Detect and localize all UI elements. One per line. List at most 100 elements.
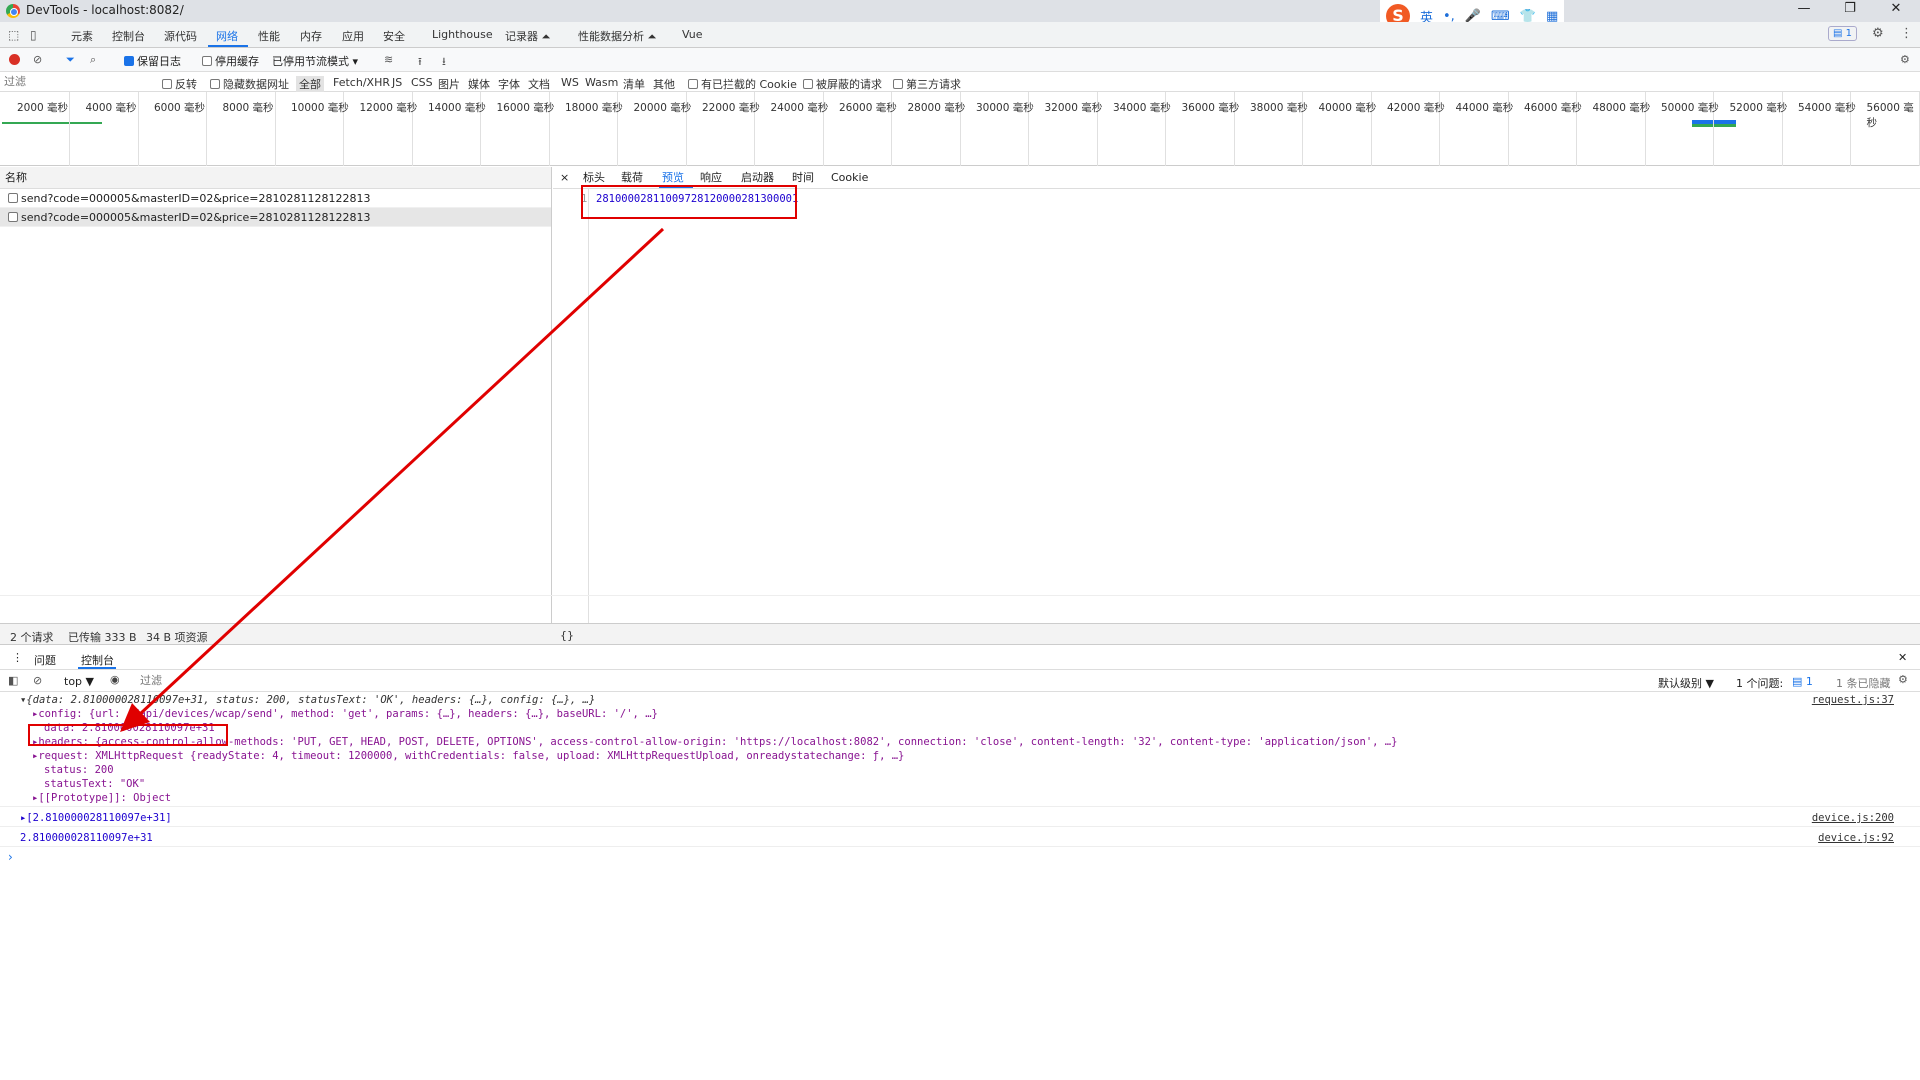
tab-performance-insights[interactable]: 性能数据分析 ⏶ — [578, 28, 656, 44]
console-line[interactable]: ▸config: {url: '/api/devices/wcap/send',… — [32, 708, 658, 720]
checkbox-unchecked-icon — [893, 79, 903, 89]
name-column-header[interactable]: 名称 — [0, 167, 551, 189]
console-line[interactable]: ▾{data: 2.810000028110097e+31, status: 2… — [20, 694, 595, 706]
restore-button[interactable]: ❐ — [1830, 1, 1870, 21]
import-har-icon[interactable]: ⭱ — [418, 53, 422, 72]
console-line[interactable]: ▸headers: {access-control-allow-methods:… — [32, 736, 1397, 748]
search-icon[interactable]: ⌕ — [90, 53, 96, 67]
drawer-tab-issues[interactable]: 问题 — [34, 652, 56, 668]
pretty-print-button[interactable]: {} — [560, 629, 574, 642]
console-line[interactable]: ▸[[Prototype]]: Object — [32, 792, 171, 804]
request-row-selected[interactable]: send?code=000005&masterID=02&price=28102… — [0, 208, 551, 227]
timeline-tick-label: 36000 毫秒 — [1181, 102, 1240, 114]
clear-console-icon[interactable]: ⊘ — [33, 674, 42, 687]
drawer-tab-console[interactable]: 控制台 — [81, 652, 114, 668]
request-row[interactable]: send?code=000005&masterID=02&price=28102… — [0, 189, 551, 208]
close-detail-icon[interactable]: × — [560, 167, 569, 189]
settings-gear-icon[interactable]: ⚙ — [1872, 26, 1884, 41]
console-source-link[interactable]: device.js:92 — [1818, 832, 1894, 844]
network-settings-gear-icon[interactable]: ⚙ — [1900, 53, 1910, 66]
type-filter-img[interactable]: 图片 — [438, 76, 460, 92]
minimize-button[interactable]: — — [1784, 1, 1824, 21]
console-prompt[interactable]: › — [8, 850, 13, 864]
console-filter-input[interactable] — [140, 673, 1650, 688]
filter-input[interactable] — [4, 74, 150, 90]
inspect-element-icon[interactable]: ⬚ — [8, 28, 19, 42]
type-filter-font[interactable]: 字体 — [498, 76, 520, 92]
type-filter-wasm[interactable]: Wasm — [585, 76, 618, 89]
log-level-select[interactable]: 默认级别 ▼ — [1658, 675, 1714, 691]
timeline-tick-label: 18000 毫秒 — [565, 102, 623, 114]
console-issues-label[interactable]: 1 个问题: — [1736, 675, 1783, 691]
issues-badge[interactable]: ▤ 1 — [1828, 26, 1858, 41]
live-expression-eye-icon[interactable]: ◉ — [110, 673, 120, 686]
timeline-tick-label: 12000 毫秒 — [359, 102, 418, 114]
type-filter-js[interactable]: JS — [392, 76, 402, 89]
tab-lighthouse[interactable]: Lighthouse — [432, 28, 493, 41]
hidden-messages-count: 1 条已隐藏 — [1836, 677, 1891, 690]
console-separator — [0, 846, 1920, 847]
type-filter-manifest[interactable]: 清单 — [623, 76, 645, 92]
transferred-size: 已传输 333 B — [68, 631, 137, 644]
blocked-cookies-checkbox[interactable]: 有已拦截的 Cookie — [688, 76, 797, 92]
tab-network[interactable]: 网络 — [216, 28, 238, 44]
blocked-requests-checkbox[interactable]: 被屏蔽的请求 — [803, 76, 882, 92]
hide-data-urls-label: 隐藏数据网址 — [223, 78, 289, 91]
tab-console[interactable]: 控制台 — [112, 28, 145, 44]
context-select[interactable]: top ▼ — [64, 675, 94, 688]
type-filter-media[interactable]: 媒体 — [468, 76, 490, 92]
request-type-icon — [8, 193, 18, 203]
sidebar-toggle-icon[interactable]: ◧ — [8, 674, 18, 687]
tab-sources[interactable]: 源代码 — [164, 28, 197, 44]
timeline-tick-label: 28000 毫秒 — [907, 102, 966, 114]
timeline-tick-label: 4000 毫秒 — [85, 102, 137, 114]
export-har-icon[interactable]: ⭳ — [442, 53, 446, 72]
console-line[interactable]: ▸[2.810000028110097e+31] — [20, 812, 172, 824]
console-line: status: 200 — [44, 764, 114, 776]
console-line: statusText: "OK" — [44, 778, 146, 790]
close-drawer-icon[interactable]: ✕ — [1898, 651, 1907, 664]
type-filter-all[interactable]: 全部 — [296, 76, 324, 92]
tab-memory[interactable]: 内存 — [300, 28, 322, 44]
record-icon[interactable] — [9, 54, 20, 65]
timeline-overview[interactable]: 2000 毫秒 4000 毫秒 6000 毫秒 8000 毫秒 10000 毫秒 1200… — [0, 92, 1920, 166]
drawer-menu-icon[interactable]: ⋮ — [12, 651, 23, 664]
timeline-tick-label: 54000 毫秒 — [1798, 102, 1856, 114]
tab-elements[interactable]: 元素 — [71, 28, 93, 44]
timeline-tick-label: 20000 毫秒 — [633, 102, 692, 114]
type-filter-ws[interactable]: WS — [561, 76, 579, 89]
checkbox-unchecked-icon — [210, 79, 220, 89]
timeline-tick-label: 10000 毫秒 — [291, 102, 349, 114]
console-settings-gear-icon[interactable]: ⚙ — [1898, 673, 1908, 686]
tab-security[interactable]: 安全 — [383, 28, 405, 44]
filter-icon[interactable]: ⏷ — [66, 53, 75, 67]
disable-cache-checkbox[interactable]: 停用缓存 — [202, 53, 259, 69]
close-window-button[interactable]: ✕ — [1876, 1, 1916, 21]
request-detail-pane: × 标头 载荷 预览 响应 启动器 时间 Cookie 1 2810000281… — [553, 167, 1920, 623]
type-filter-doc[interactable]: 文档 — [528, 76, 550, 92]
console-line[interactable]: ▸request: XMLHttpRequest {readyState: 4,… — [32, 750, 904, 762]
invert-checkbox[interactable]: 反转 — [162, 76, 197, 92]
console-source-link[interactable]: device.js:200 — [1812, 812, 1894, 824]
preserve-log-checkbox[interactable]: 保留日志 — [124, 53, 181, 69]
console-source-link[interactable]: request.js:37 — [1812, 694, 1894, 706]
timeline-tick-label: 16000 毫秒 — [496, 102, 555, 114]
more-options-icon[interactable]: ⋮ — [1900, 26, 1913, 41]
tab-vue[interactable]: Vue — [682, 28, 703, 41]
tab-cookies[interactable]: Cookie — [831, 167, 868, 189]
hide-data-urls-checkbox[interactable]: 隐藏数据网址 — [210, 76, 289, 92]
type-filter-css[interactable]: CSS — [411, 76, 433, 89]
type-filter-other[interactable]: 其他 — [653, 76, 675, 92]
tab-application[interactable]: 应用 — [342, 28, 364, 44]
device-toolbar-icon[interactable]: ▯ — [30, 28, 37, 42]
type-filter-xhr[interactable]: Fetch/XHR — [333, 76, 390, 89]
network-toolbar: ⊘ ⏷ ⌕ 保留日志 停用缓存 已停用节流模式 ▾ ≋ ⭱ ⭳ ⚙ — [0, 48, 1920, 72]
checkbox-unchecked-icon — [803, 79, 813, 89]
console-issues-badge[interactable]: ▤ 1 — [1792, 675, 1813, 688]
throttling-select[interactable]: 已停用节流模式 ▾ — [272, 53, 358, 69]
network-conditions-icon[interactable]: ≋ — [384, 53, 393, 66]
tab-recorder[interactable]: 记录器 ⏶ — [505, 28, 550, 44]
tab-performance[interactable]: 性能 — [258, 28, 280, 44]
clear-icon[interactable]: ⊘ — [33, 53, 42, 66]
third-party-checkbox[interactable]: 第三方请求 — [893, 76, 961, 92]
